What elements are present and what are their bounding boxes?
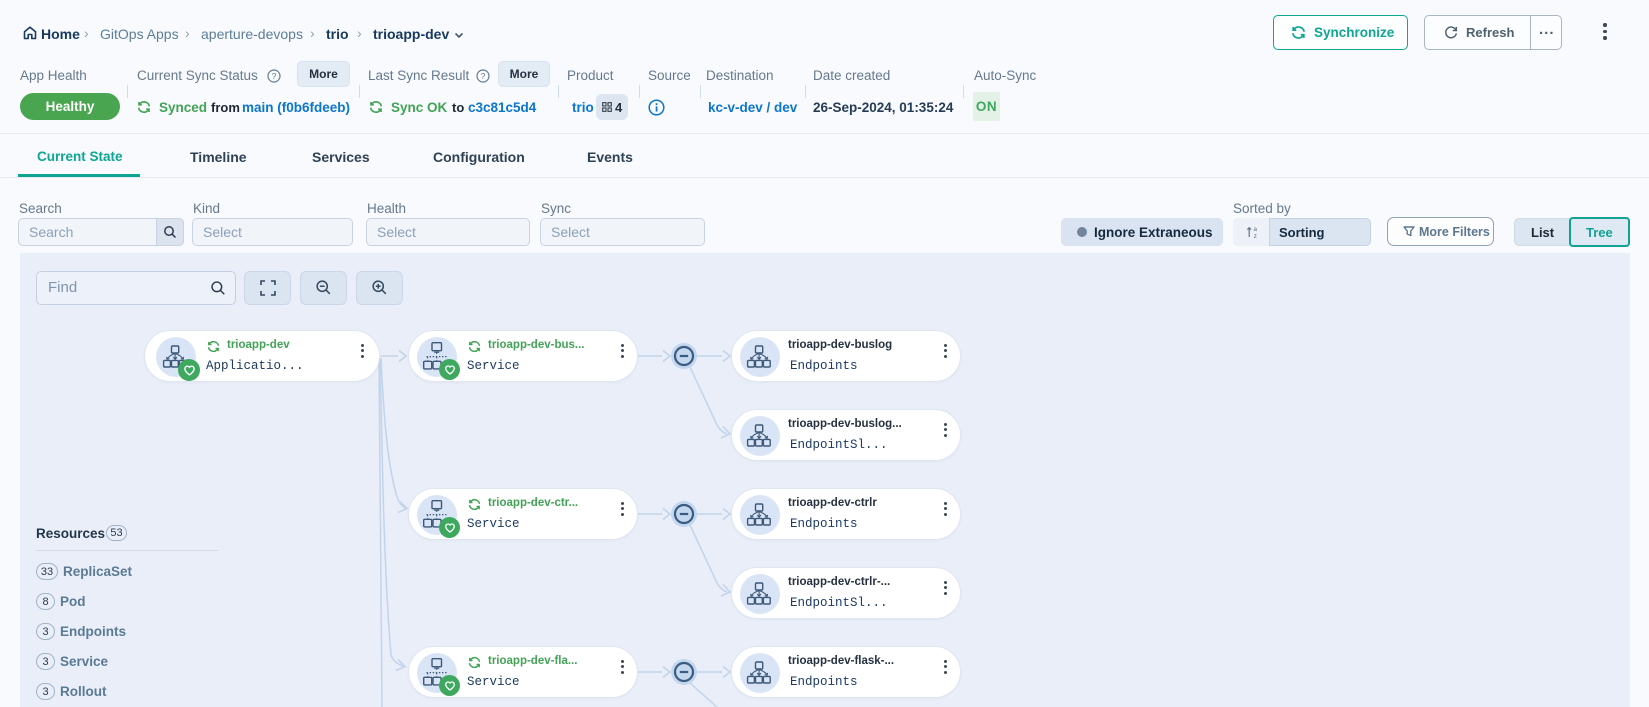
svg-text:?: ? [481,71,486,81]
svg-text:a: a [1253,226,1257,233]
svg-text:?: ? [272,71,277,81]
svg-text:z: z [1254,233,1257,240]
